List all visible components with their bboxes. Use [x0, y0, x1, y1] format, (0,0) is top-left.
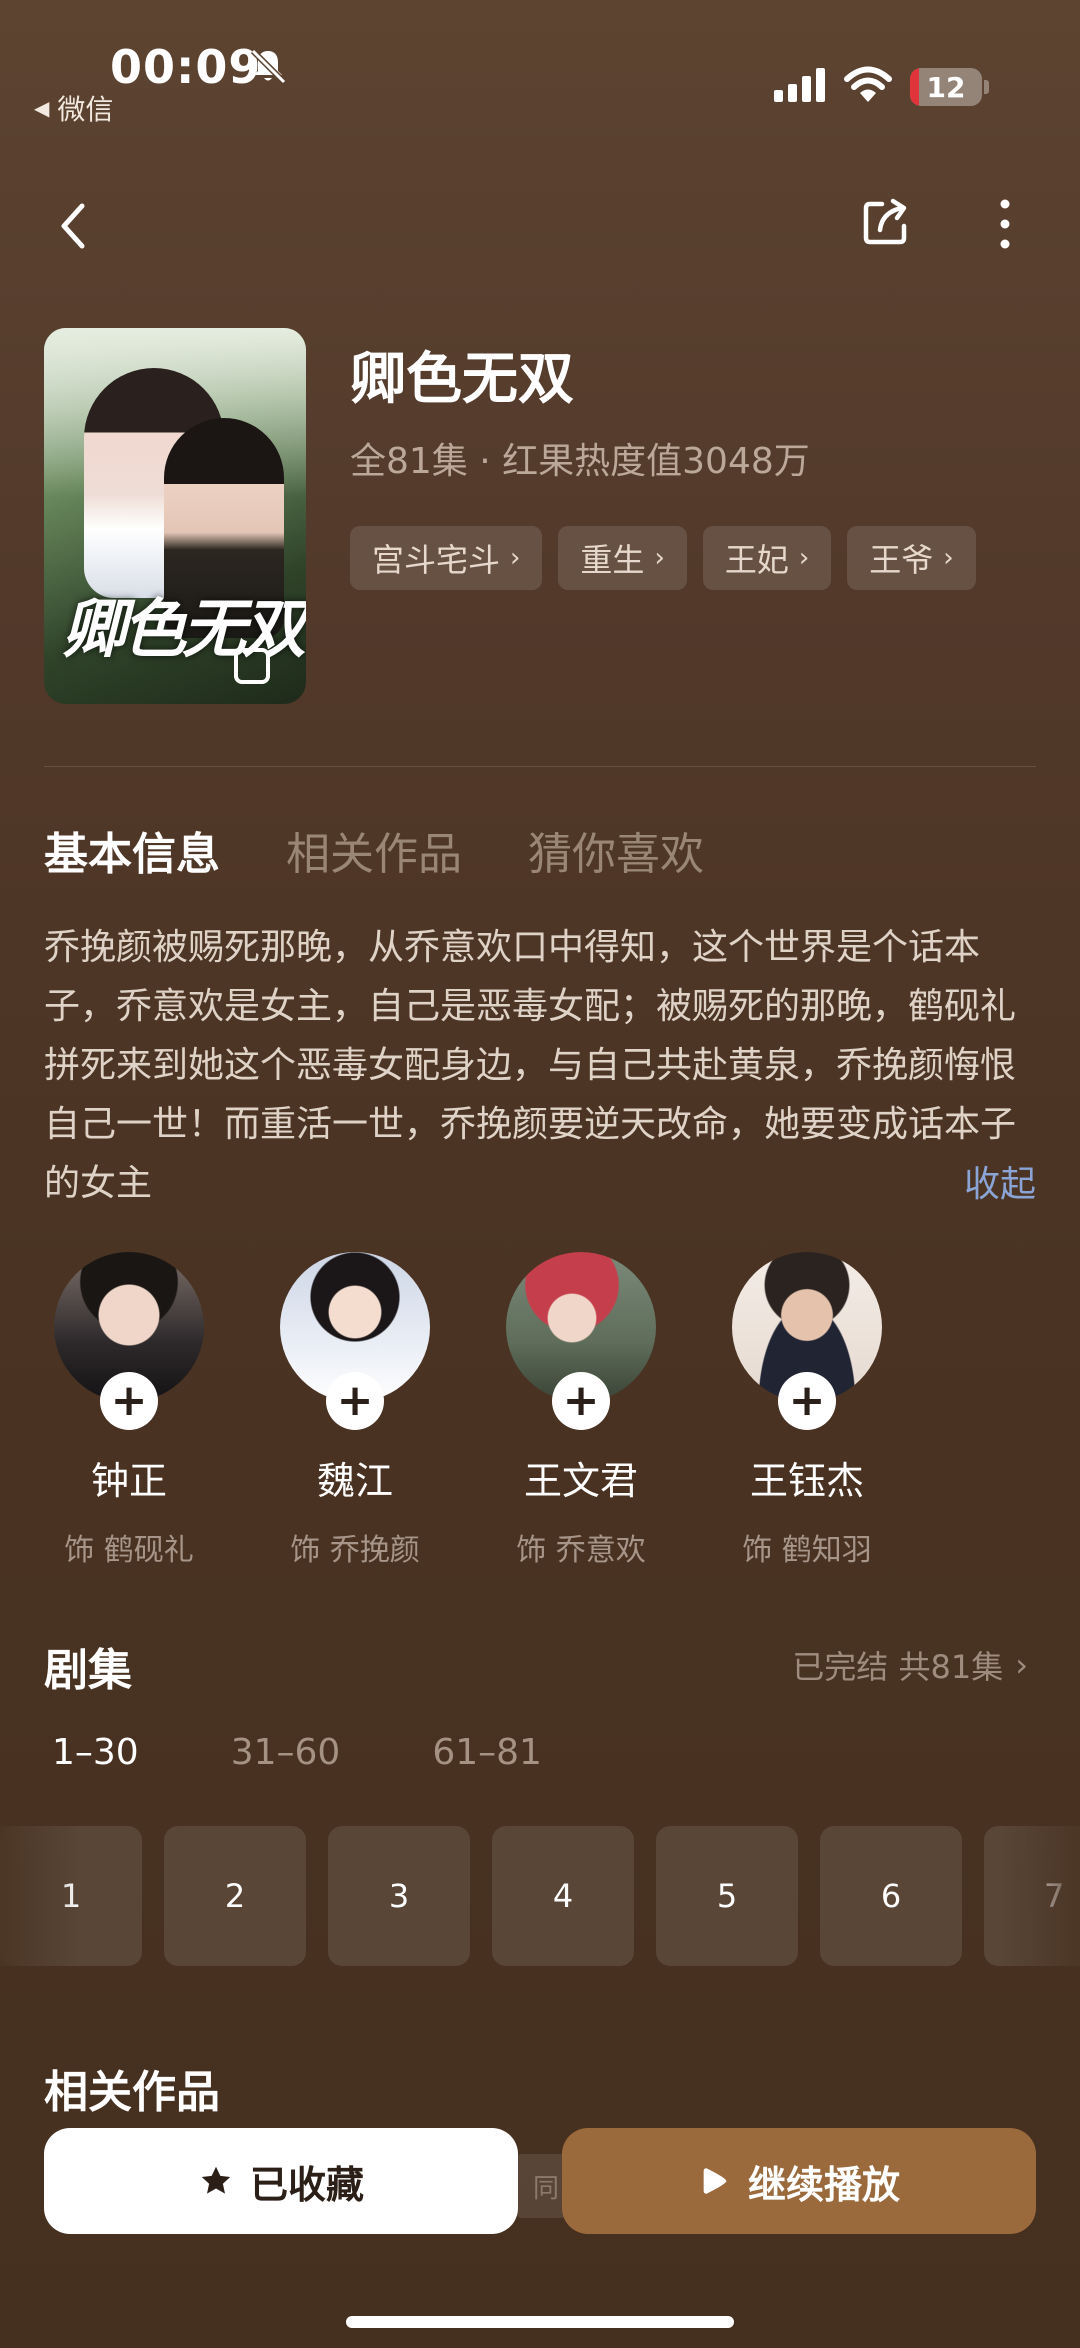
cast-member[interactable]: + 魏江 饰 乔挽颜 [280, 1252, 430, 1569]
follow-plus-icon[interactable]: + [100, 1372, 158, 1430]
tag-label: 重生 [580, 541, 645, 579]
favorite-label: 已收藏 [249, 2162, 364, 2207]
episode-button[interactable]: 6 [820, 1826, 962, 1966]
drama-title: 卿色无双 [350, 347, 574, 412]
poster-logo-icon [234, 648, 270, 684]
chevron-left-icon[interactable] [52, 196, 96, 256]
cast-name: 魏江 [316, 1459, 393, 1503]
cast-member[interactable]: + 王钰杰 饰 鹤知羽 [732, 1252, 882, 1569]
cast-list: + 钟正 饰 鹤砚礼 + 魏江 饰 乔挽颜 + 王文君 饰 乔意欢 + 王钰杰 … [54, 1252, 882, 1569]
continue-play-button[interactable]: 继续播放 [562, 2128, 1036, 2234]
cast-name: 王文君 [523, 1459, 638, 1503]
chevron-right-icon: › [510, 543, 521, 573]
cast-member[interactable]: + 王文君 饰 乔意欢 [506, 1252, 656, 1569]
avatar[interactable]: + [54, 1252, 204, 1430]
follow-plus-icon[interactable]: + [326, 1372, 384, 1430]
episode-button[interactable]: 1 [0, 1826, 142, 1966]
detail-tabs: 基本信息 相关作品 猜你喜欢 [44, 818, 704, 882]
bell-off-icon [250, 48, 287, 85]
home-indicator[interactable] [346, 2316, 734, 2328]
synopsis-text: 乔挽颜被赐死那晚，从乔意欢口中得知，这个世界是个话本子，乔意欢是女主，自己是恶毒… [44, 927, 1017, 1204]
episode-button[interactable]: 5 [656, 1826, 798, 1966]
episodes-status: 已完结 共81集 [792, 1648, 1004, 1686]
back-app-label: 微信 [57, 93, 114, 126]
favorite-button[interactable]: 已收藏 [44, 2128, 518, 2234]
related-works-title: 相关作品 [44, 2067, 220, 2118]
episodes-title: 剧集 [44, 1645, 132, 1696]
cast-name: 钟正 [90, 1459, 167, 1503]
tag-chip[interactable]: 王妃 › [702, 526, 832, 590]
avatar[interactable]: + [280, 1252, 430, 1430]
drama-poster[interactable]: 卿色无双 [44, 328, 306, 704]
tag-label: 宫斗宅斗 [372, 541, 501, 579]
tab-related-works[interactable]: 相关作品 [286, 818, 462, 882]
chevron-right-icon: › [654, 543, 665, 573]
collapse-link[interactable]: 收起 [964, 1155, 1036, 1207]
cast-role: 饰 鹤知羽 [742, 1533, 872, 1568]
episode-button[interactable]: 4 [492, 1826, 634, 1966]
battery-icon: 12 [910, 68, 982, 106]
episode-grid[interactable]: 1 2 3 4 5 6 7 [0, 1826, 1080, 1966]
cellular-signal-icon [774, 68, 825, 102]
tag-list: 宫斗宅斗 › 重生 › 王妃 › 王爷 › [350, 526, 976, 590]
episode-range-tab[interactable]: 61–81 [432, 1732, 542, 1773]
play-icon [703, 2168, 727, 2194]
episode-button[interactable]: 3 [328, 1826, 470, 1966]
episode-range-tab[interactable]: 1–30 [52, 1732, 139, 1773]
cast-role: 饰 乔挽颜 [290, 1533, 420, 1568]
star-icon [201, 2166, 231, 2194]
cast-role: 饰 鹤砚礼 [64, 1533, 194, 1568]
drama-meta: 全81集 · 红果热度值3048万 [350, 441, 810, 482]
share-icon[interactable] [860, 196, 912, 248]
battery-level: 12 [926, 70, 966, 104]
more-vertical-icon[interactable] [985, 196, 1025, 252]
chevron-right-icon: › [1015, 1646, 1028, 1684]
continue-play-label: 继续播放 [747, 2162, 900, 2207]
episode-range-tabs: 1–30 31–60 61–81 [52, 1732, 542, 1773]
episode-button[interactable]: 2 [164, 1826, 306, 1966]
status-time: 00:09 [110, 40, 262, 94]
back-triangle-icon: ◀ [34, 96, 50, 120]
tag-chip[interactable]: 宫斗宅斗 › [350, 526, 543, 590]
wifi-icon [844, 66, 892, 102]
follow-plus-icon[interactable]: + [552, 1372, 610, 1430]
cast-role: 饰 乔意欢 [516, 1533, 646, 1568]
follow-plus-icon[interactable]: + [778, 1372, 836, 1430]
episodes-status-link[interactable]: 已完结 共81集 › [792, 1642, 1028, 1688]
tab-basic-info[interactable]: 基本信息 [44, 818, 220, 882]
tag-chip[interactable]: 重生 › [558, 526, 687, 590]
back-to-app-link[interactable]: ◀ 微信 [34, 88, 113, 128]
episode-button[interactable]: 7 [984, 1826, 1080, 1966]
tag-chip[interactable]: 王爷 › [847, 526, 976, 590]
cast-name: 王钰杰 [749, 1459, 864, 1503]
tab-recommendations[interactable]: 猜你喜欢 [528, 818, 704, 882]
avatar[interactable]: + [506, 1252, 656, 1430]
battery-tip [984, 80, 989, 94]
tag-label: 王妃 [724, 541, 789, 579]
tag-label: 王爷 [869, 541, 934, 579]
cast-member[interactable]: + 钟正 饰 鹤砚礼 [54, 1252, 204, 1569]
avatar[interactable]: + [732, 1252, 882, 1430]
chevron-right-icon: › [943, 543, 954, 573]
chevron-right-icon: › [798, 543, 810, 573]
section-divider [44, 766, 1036, 767]
episode-range-tab[interactable]: 31–60 [231, 1732, 341, 1773]
